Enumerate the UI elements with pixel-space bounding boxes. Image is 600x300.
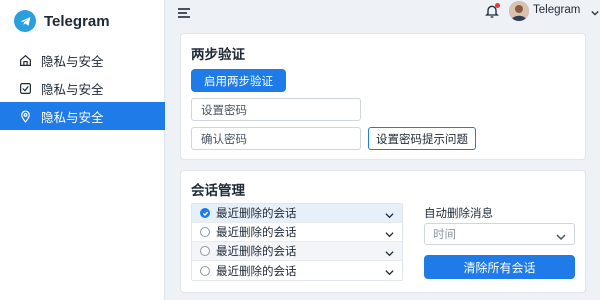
list-item[interactable]: 最近删除的会话 bbox=[192, 261, 402, 280]
enable-two-step-button[interactable]: 启用两步验证 bbox=[191, 69, 286, 92]
list-item[interactable]: 最近删除的会话 bbox=[192, 204, 402, 223]
list-item[interactable]: 最近删除的会话 bbox=[192, 223, 402, 242]
notification-dot bbox=[495, 3, 500, 8]
user-name[interactable]: Telegram bbox=[533, 4, 580, 16]
list-item[interactable]: 最近删除的会话 bbox=[192, 242, 402, 261]
sidebar-item-label: 隐私与安全 bbox=[41, 109, 104, 125]
auto-delete-label: 自动删除消息 bbox=[424, 206, 493, 220]
sidebar-item-label: 隐私与安全 bbox=[41, 81, 104, 97]
bell-icon[interactable] bbox=[484, 3, 500, 19]
list-item-label: 最近删除的会话 bbox=[216, 263, 297, 278]
list-item-label: 最近删除的会话 bbox=[216, 244, 297, 258]
chevron-down-icon[interactable] bbox=[385, 266, 394, 276]
time-select-value: 时间 bbox=[433, 227, 456, 241]
chevron-down-icon[interactable] bbox=[385, 247, 394, 257]
sidebar-item-privacy-3[interactable]: 隐私与安全 bbox=[0, 102, 165, 130]
confirm-password-field[interactable]: 确认密码 bbox=[191, 127, 361, 150]
sidebar-item-label: 隐私与安全 bbox=[41, 53, 104, 69]
chevron-down-icon[interactable] bbox=[385, 228, 394, 238]
hamburger-menu-icon[interactable] bbox=[177, 6, 191, 20]
app-title: Telegram bbox=[44, 12, 110, 30]
radio-icon[interactable] bbox=[200, 227, 210, 237]
clear-all-conversations-button[interactable]: 清除所有会话 bbox=[424, 255, 575, 279]
list-item-label: 最近删除的会话 bbox=[216, 225, 297, 239]
two-step-title: 两步验证 bbox=[191, 47, 245, 63]
password-hint-button[interactable]: 设置密码提示问题 bbox=[368, 127, 476, 150]
chevron-down-icon[interactable] bbox=[385, 209, 394, 219]
sidebar-item-privacy-1[interactable]: 隐私与安全 bbox=[0, 46, 165, 74]
location-pin-icon bbox=[18, 109, 32, 123]
chevron-down-icon[interactable] bbox=[591, 6, 599, 16]
set-password-field[interactable]: 设置密码 bbox=[191, 98, 361, 121]
sidebar: Telegram 隐私与安全 隐私与安全 隐私与安全 bbox=[0, 0, 165, 300]
avatar[interactable] bbox=[509, 1, 529, 21]
conversation-card: 会话管理 最近删除的会话 最近删除的会话 最近删除的会话 最近删除的会话 自动删… bbox=[180, 170, 586, 293]
conversation-title: 会话管理 bbox=[191, 183, 245, 199]
two-step-card: 两步验证 启用两步验证 设置密码 确认密码 设置密码提示问题 bbox=[180, 33, 586, 160]
radio-icon[interactable] bbox=[200, 265, 210, 276]
list-item-label: 最近删除的会话 bbox=[216, 206, 297, 220]
conversation-list: 最近删除的会话 最近删除的会话 最近删除的会话 最近删除的会话 bbox=[191, 203, 403, 281]
time-select[interactable]: 时间 bbox=[424, 223, 575, 245]
telegram-logo-icon bbox=[14, 10, 36, 32]
brand[interactable]: Telegram bbox=[14, 9, 110, 33]
radio-checked-icon[interactable] bbox=[200, 208, 210, 218]
checkbox-icon bbox=[18, 81, 32, 95]
chevron-down-icon bbox=[556, 231, 566, 241]
radio-icon[interactable] bbox=[200, 246, 210, 256]
sidebar-item-privacy-2[interactable]: 隐私与安全 bbox=[0, 74, 165, 102]
home-icon bbox=[18, 53, 32, 67]
top-bar: Telegram bbox=[165, 0, 600, 26]
